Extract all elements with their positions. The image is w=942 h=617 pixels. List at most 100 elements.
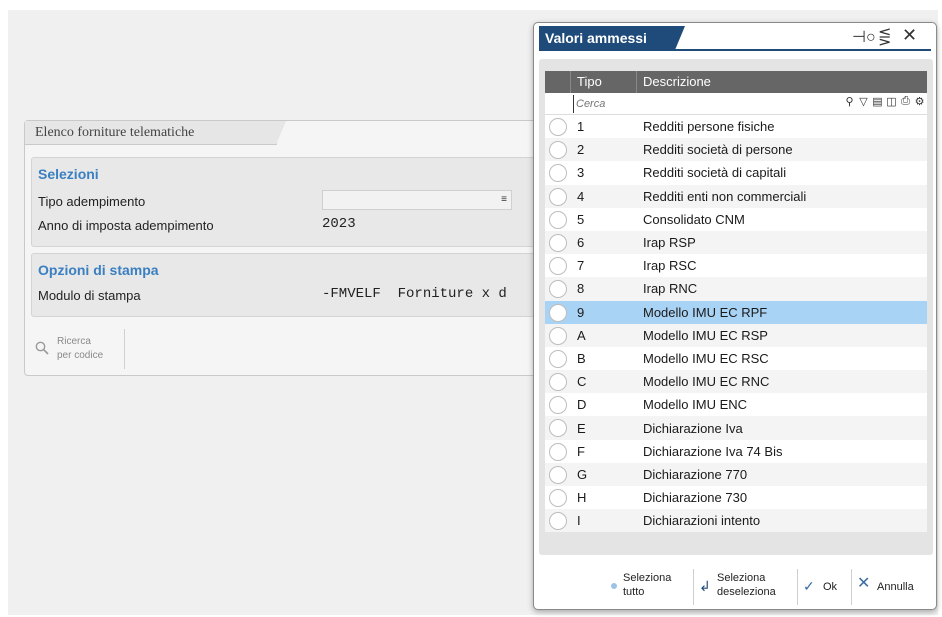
anno-imposta-label: Anno di imposta adempimento: [38, 218, 214, 233]
table-row[interactable]: D Modello IMU ENC: [545, 393, 927, 417]
export-icon[interactable]: ▤: [872, 95, 883, 108]
modulo-stampa-field[interactable]: -FMVELF Forniture x d: [322, 286, 507, 302]
grid-rows: 1 Redditi persone fisiche 2 Redditi società…: [545, 115, 927, 533]
row-checkbox[interactable]: [549, 489, 567, 507]
row-checkbox[interactable]: [549, 326, 567, 345]
section-title-selezioni: Selezioni: [38, 166, 99, 182]
table-row[interactable]: 2 Redditi società di persone: [545, 138, 927, 162]
search-by-code-label: Ricerca per codice: [57, 336, 104, 361]
row-checkbox[interactable]: [549, 465, 567, 484]
list-menu-icon[interactable]: ≡: [501, 194, 507, 205]
row-checkbox[interactable]: [549, 396, 567, 415]
table-row[interactable]: 1 Redditi persone fisiche: [545, 115, 927, 139]
column-header-descrizione[interactable]: Descrizione: [637, 71, 927, 93]
panel-title: Elenco forniture telematiche: [25, 121, 286, 145]
row-checkbox[interactable]: [549, 373, 567, 392]
row-checkbox[interactable]: [549, 303, 567, 322]
checkbox-column-header: [545, 71, 571, 93]
row-checkbox[interactable]: [549, 419, 567, 438]
row-checkbox[interactable]: [549, 118, 567, 136]
row-tipo: E: [577, 420, 586, 436]
table-row[interactable]: E Dichiarazione Iva: [545, 416, 927, 440]
row-descrizione: Dichiarazioni intento: [643, 513, 761, 529]
table-row[interactable]: I Dichiarazioni intento: [545, 509, 927, 533]
table-row[interactable]: 9 Modello IMU EC RPF: [545, 300, 927, 324]
anno-imposta-field[interactable]: 2023: [322, 216, 356, 232]
search-icon[interactable]: ⚲: [844, 95, 855, 108]
columns-icon[interactable]: ◫: [886, 95, 897, 108]
row-descrizione: Redditi società di persone: [643, 142, 793, 158]
row-tipo: G: [577, 466, 588, 482]
filter-toolbar: ⚲ ▽ ▤ ◫ ⎙ ⚙: [844, 95, 925, 108]
section-title-opzioni: Opzioni di stampa: [38, 262, 159, 278]
pin-icon[interactable]: ⊣○: [852, 27, 876, 47]
table-row[interactable]: B Modello IMU EC RSC: [545, 346, 927, 371]
column-header-tipo[interactable]: Tipo: [571, 71, 637, 93]
row-checkbox[interactable]: [549, 257, 567, 276]
tipo-adempimento-field[interactable]: ≡: [322, 190, 512, 210]
row-descrizione: Irap RSC: [643, 258, 697, 274]
deselect-button[interactable]: ↲ Seleziona deseleziona: [697, 567, 793, 605]
table-row[interactable]: 6 Irap RSP: [545, 230, 927, 255]
close-icon[interactable]: ✕: [902, 25, 917, 46]
table-row[interactable]: A Modello IMU EC RSP: [545, 323, 927, 347]
print-icon[interactable]: ⎙: [900, 95, 911, 108]
cancel-button[interactable]: ✕ Annulla: [855, 567, 931, 605]
select-all-button[interactable]: Seleziona tutto: [609, 567, 689, 605]
row-tipo: B: [577, 350, 586, 366]
table-row[interactable]: 8 Irap RNC: [545, 277, 927, 301]
row-tipo: 6: [577, 235, 585, 251]
search-icon: [35, 341, 49, 355]
row-tipo: C: [577, 374, 587, 390]
toolbar-divider: [797, 569, 798, 605]
title-underline: [539, 49, 931, 51]
gear-icon[interactable]: ⚙: [914, 95, 925, 108]
search-by-code-button[interactable]: Ricerca per codice: [31, 329, 125, 369]
grid-header: Tipo Descrizione: [545, 71, 927, 93]
values-grid: Tipo Descrizione ⚲ ▽ ▤ ◫ ⎙ ⚙ 1 Redditi pe…: [545, 71, 927, 533]
close-icon: ✕: [857, 575, 871, 592]
row-tipo: 9: [577, 304, 585, 320]
table-row[interactable]: 4 Redditi enti non commerciali: [545, 184, 927, 208]
row-tipo: 4: [577, 188, 585, 204]
row-checkbox[interactable]: [549, 210, 567, 229]
row-descrizione: Dichiarazione Iva: [643, 420, 743, 436]
toolbar-divider: [693, 569, 694, 605]
row-descrizione: Dichiarazione 770: [643, 466, 748, 482]
table-row[interactable]: H Dichiarazione 730: [545, 486, 927, 510]
row-checkbox[interactable]: [549, 187, 567, 206]
table-row[interactable]: 5 Consolidato CNM: [545, 207, 927, 231]
row-descrizione: Modello IMU EC RSC: [643, 350, 769, 366]
table-row[interactable]: 3 Redditi società di capitali: [545, 161, 927, 185]
row-checkbox[interactable]: [549, 280, 567, 299]
row-descrizione: Modello IMU EC RNC: [643, 374, 770, 390]
table-row[interactable]: C Modello IMU EC RNC: [545, 370, 927, 394]
expand-icon[interactable]: ⋚: [878, 27, 891, 47]
row-descrizione: Redditi persone fisiche: [643, 119, 775, 135]
toolbar-divider: [851, 569, 852, 605]
row-checkbox[interactable]: [549, 349, 567, 368]
filter-row: ⚲ ▽ ▤ ◫ ⎙ ⚙: [545, 93, 927, 115]
row-checkbox[interactable]: [549, 164, 567, 183]
row-descrizione: Redditi enti non commerciali: [643, 188, 807, 204]
row-checkbox[interactable]: [549, 442, 567, 461]
dialog-title: Valori ammessi: [539, 26, 685, 50]
ok-button[interactable]: ✓ Ok: [801, 567, 849, 605]
main-panel: Elenco forniture telematiche Selezioni T…: [24, 120, 544, 376]
row-checkbox[interactable]: [549, 512, 567, 531]
row-descrizione: Modello IMU ENC: [643, 397, 748, 413]
table-row[interactable]: 7 Irap RSC: [545, 254, 927, 278]
dot-icon: [611, 583, 617, 589]
table-row[interactable]: G Dichiarazione 770: [545, 462, 927, 486]
row-checkbox[interactable]: [549, 233, 567, 252]
return-arrow-icon: ↲: [699, 578, 711, 594]
search-input[interactable]: [573, 95, 803, 113]
row-tipo: 7: [577, 258, 585, 274]
filter-icon[interactable]: ▽: [858, 95, 869, 108]
row-descrizione: Redditi società di capitali: [643, 165, 787, 181]
row-descrizione: Irap RSP: [643, 235, 696, 251]
filter-checkbox-cell: [545, 93, 571, 114]
table-row[interactable]: F Dichiarazione Iva 74 Bis: [545, 439, 927, 463]
row-checkbox[interactable]: [549, 141, 567, 160]
row-descrizione: Consolidato CNM: [643, 211, 745, 227]
